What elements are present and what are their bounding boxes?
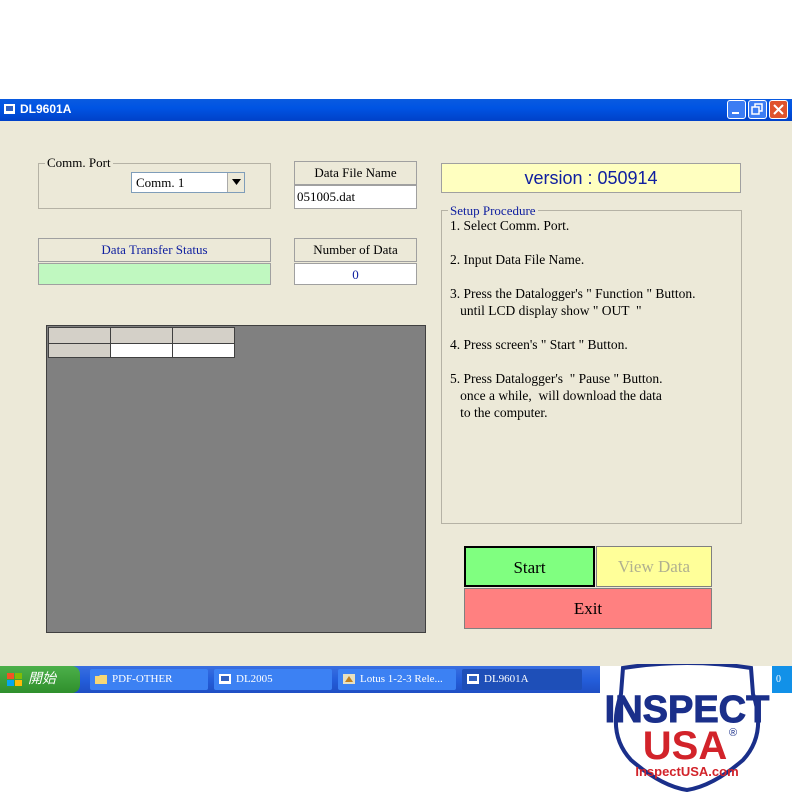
grid-row-header	[48, 343, 111, 358]
window-title: DL9601A	[20, 102, 72, 116]
comm-port-value: Comm. 1	[136, 175, 185, 190]
system-tray: 0	[772, 666, 792, 693]
windows-logo-icon	[7, 673, 22, 686]
tray-clock: 0	[776, 674, 781, 685]
data-file-input[interactable]: 051005.dat	[294, 185, 417, 209]
setup-step-1: 1. Select Comm. Port.	[450, 218, 570, 233]
taskbar-item-label: Lotus 1-2-3 Rele...	[360, 673, 443, 685]
restore-icon	[751, 103, 763, 115]
app-icon	[467, 674, 479, 684]
exit-button[interactable]: Exit	[464, 588, 712, 629]
close-icon	[773, 104, 784, 115]
taskbar-item-pdf-other[interactable]: PDF-OTHER	[90, 669, 208, 690]
close-button[interactable]	[769, 100, 788, 119]
number-of-data-value: 0	[294, 263, 417, 285]
comm-port-legend: Comm. Port	[45, 155, 113, 171]
maximize-button[interactable]	[748, 100, 767, 119]
setup-step-5: 5. Press Datalogger's " Pause " Button. …	[450, 371, 663, 420]
start-menu-button[interactable]: 開始	[0, 666, 80, 693]
svg-text:USA: USA	[643, 724, 727, 768]
start-button[interactable]: Start	[464, 546, 595, 587]
chevron-down-icon	[231, 179, 241, 185]
grid-header-cell	[48, 327, 111, 344]
setup-step-2: 2. Input Data File Name.	[450, 252, 585, 267]
taskbar: 開始 PDF-OTHER DL2005 Lotus 1-2-3 Rele... …	[0, 666, 600, 693]
taskbar-item-label: DL2005	[236, 673, 273, 685]
grid-cell[interactable]	[172, 343, 235, 358]
grid-cell[interactable]	[110, 343, 173, 358]
app-icon	[219, 674, 231, 684]
transfer-status-label: Data Transfer Status	[38, 238, 271, 262]
minimize-icon	[732, 112, 739, 114]
app-window: DL9601A Comm. Port Comm. 1 Data File Nam…	[0, 99, 792, 666]
minimize-button[interactable]	[727, 100, 746, 119]
taskbar-item-label: PDF-OTHER	[112, 673, 173, 685]
inspect-usa-logo: INSPECT USA ® InspectUSA.com	[604, 664, 770, 792]
setup-step-3: 3. Press the Datalogger's " Function " B…	[450, 286, 696, 318]
taskbar-item-dl9601a[interactable]: DL9601A	[462, 669, 582, 690]
taskbar-item-label: DL9601A	[484, 673, 529, 685]
transfer-status-bar	[38, 263, 271, 285]
folder-icon	[95, 675, 107, 684]
data-grid[interactable]	[46, 325, 426, 633]
lotus-icon	[343, 674, 355, 684]
setup-procedure-group: Setup Procedure 1. Select Comm. Port. 2.…	[441, 203, 742, 524]
app-icon	[4, 104, 15, 114]
setup-step-4: 4. Press screen's " Start " Button.	[450, 337, 628, 352]
title-bar[interactable]: DL9601A	[0, 99, 792, 121]
svg-text:®: ®	[729, 727, 737, 739]
number-of-data-label: Number of Data	[294, 238, 417, 262]
dropdown-arrow[interactable]	[227, 173, 244, 192]
start-label: 開始	[28, 672, 56, 687]
view-data-button[interactable]: View Data	[596, 546, 712, 587]
svg-text:InspectUSA.com: InspectUSA.com	[635, 764, 738, 779]
data-file-label: Data File Name	[294, 161, 417, 185]
taskbar-item-dl2005[interactable]: DL2005	[214, 669, 332, 690]
taskbar-item-lotus[interactable]: Lotus 1-2-3 Rele...	[338, 669, 456, 690]
comm-port-select[interactable]: Comm. 1	[131, 172, 245, 193]
grid-header-cell	[172, 327, 235, 344]
grid-header-cell	[110, 327, 173, 344]
version-display: version : 050914	[441, 163, 741, 193]
